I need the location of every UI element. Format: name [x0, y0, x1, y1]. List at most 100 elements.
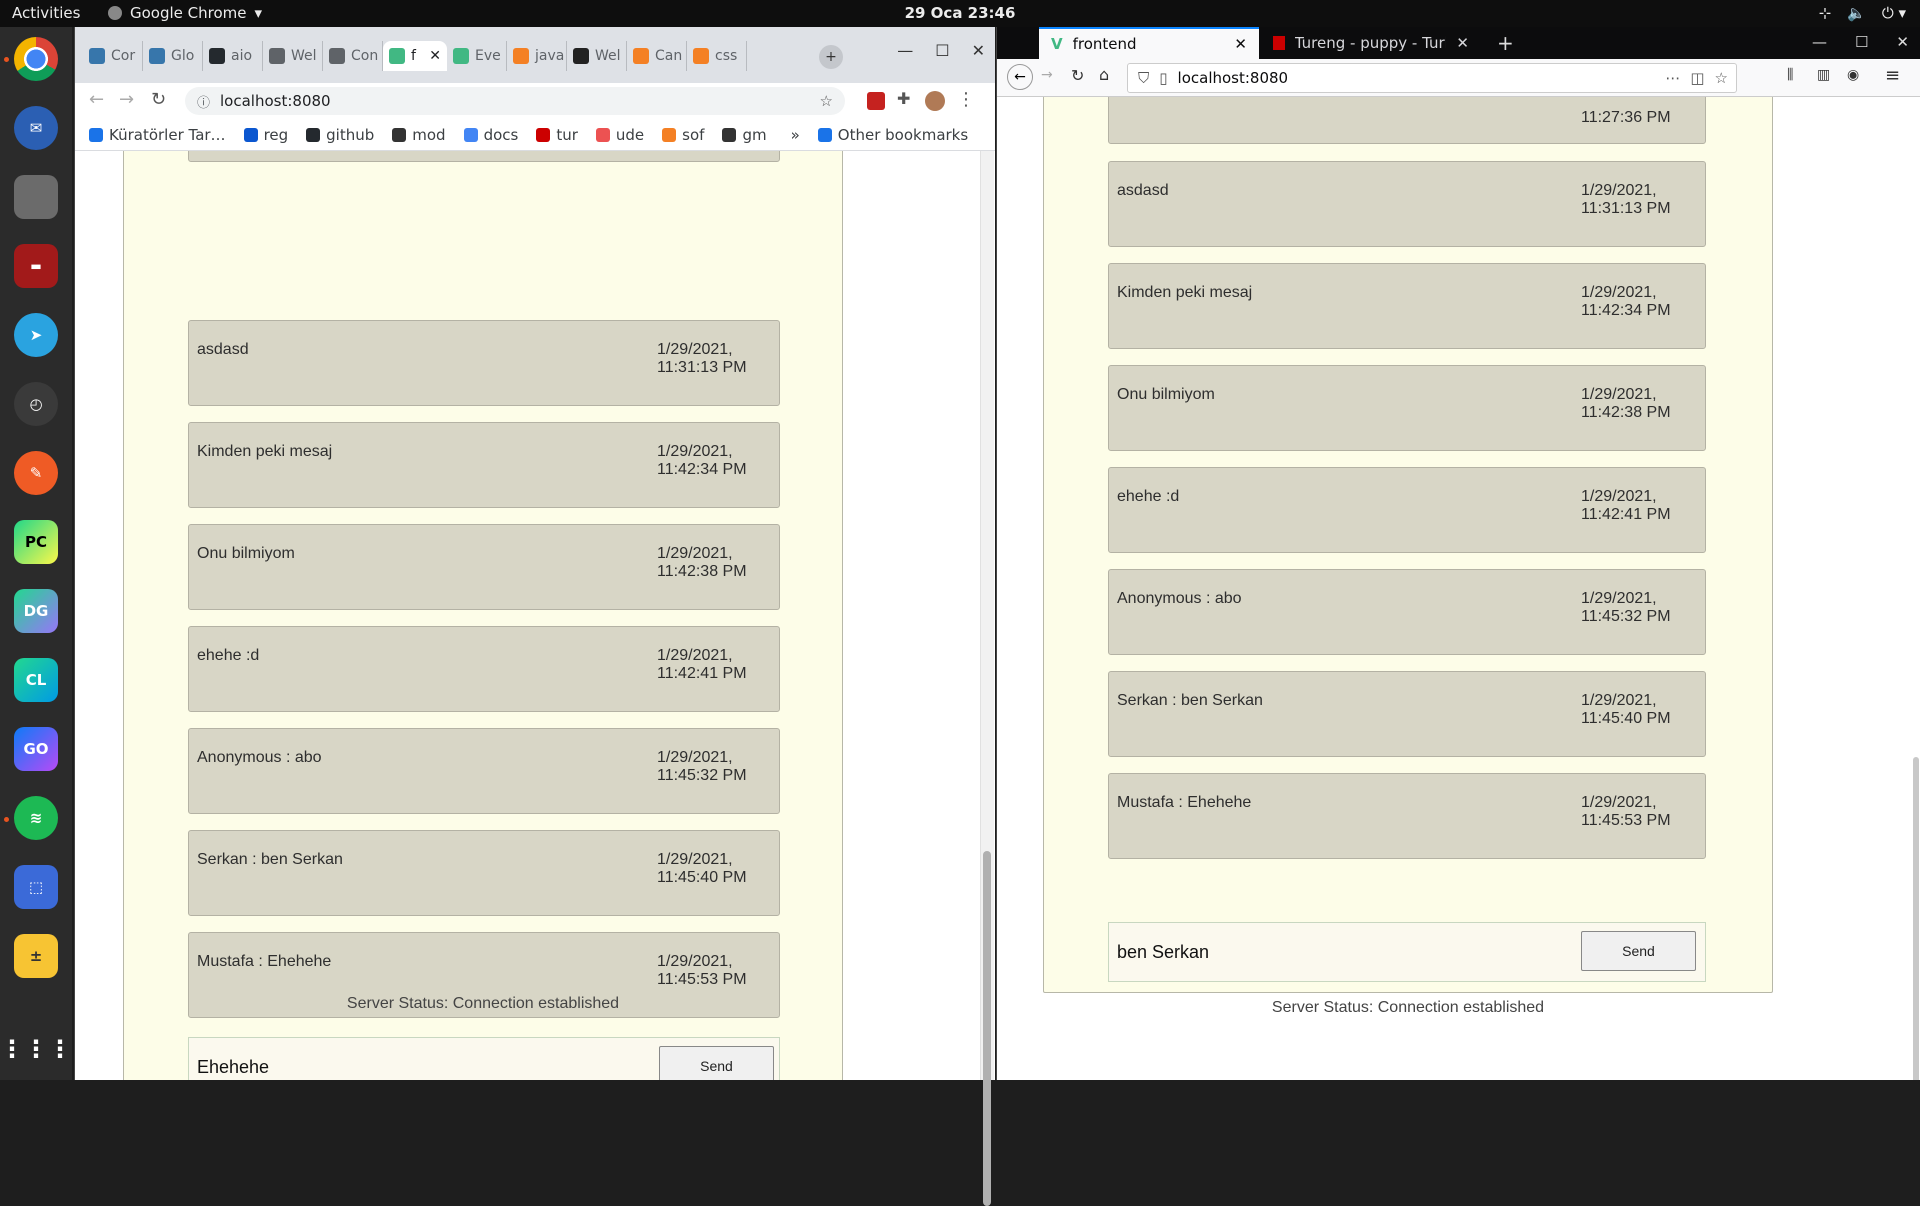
library-icon[interactable]: ⫼ [1787, 67, 1793, 83]
clock-icon[interactable]: ◴ [14, 382, 58, 426]
star-icon[interactable]: ☆ [1715, 69, 1728, 87]
activities-button[interactable]: Activities [12, 4, 80, 22]
chrome-tab[interactable]: Con [323, 41, 383, 71]
chrome-window: Cor Glo aio Wel Con f ✕ Eve java Wel Can css + — ☐ … [74, 27, 995, 1206]
clock[interactable]: 29 Oca 23:46 [0, 4, 1920, 22]
power-icon[interactable]: ⏻ ▾ [1882, 4, 1906, 22]
tureng-icon [1273, 36, 1285, 50]
shield-icon[interactable]: ⛉ [1138, 69, 1149, 87]
maximize-icon[interactable]: ☐ [1855, 33, 1868, 51]
tab-close-icon[interactable]: ✕ [429, 48, 441, 64]
chrome-tab[interactable]: Cor [83, 41, 143, 71]
app-menu[interactable]: Google Chrome ▾ [108, 4, 262, 22]
new-tab-button[interactable]: + [819, 45, 843, 69]
chrome-scroll-thumb[interactable] [983, 851, 991, 1206]
thunderbird-icon[interactable]: ✉ [14, 106, 58, 150]
minimize-icon[interactable]: — [897, 41, 913, 60]
pycharm-icon[interactable]: PC [14, 520, 58, 564]
message-input[interactable] [189, 1038, 649, 1080]
tab-close-icon[interactable]: ✕ [1234, 35, 1247, 53]
bookmark-item[interactable]: mod [392, 126, 446, 144]
send-button[interactable]: Send [659, 1046, 774, 1080]
forward-icon[interactable]: → [119, 89, 134, 110]
url-text: localhost:8080 [220, 92, 331, 110]
new-tab-button[interactable]: + [1497, 31, 1514, 55]
extensions-puzzle-icon[interactable]: ✚ [897, 89, 910, 108]
app-grid-icon[interactable]: ⋮⋮⋮ [0, 1027, 72, 1071]
chrome-tab[interactable]: f ✕ [383, 41, 447, 71]
message-card: Serkan : ben Serkan 1/29/2021, 11:45:40 PM [188, 830, 780, 916]
bookmark-item[interactable]: github [306, 126, 374, 144]
tab-favicon-icon [513, 48, 529, 64]
bookmark-item[interactable]: reg [243, 126, 288, 144]
message-card: Anonymous : abo 1/29/2021, 11:45:32 PM [1108, 569, 1706, 655]
more-bookmarks-chevron-icon[interactable]: » [791, 126, 800, 144]
firefox-scroll-thumb[interactable] [1913, 757, 1919, 1080]
tab-frontend[interactable]: V frontend ✕ [1039, 27, 1259, 59]
bookmark-item[interactable]: Küratörler Tar… [89, 126, 226, 144]
chrome-tab[interactable]: Wel [567, 41, 627, 71]
close-icon[interactable]: ✕ [972, 41, 985, 60]
goland-icon[interactable]: GO [14, 727, 58, 771]
kebab-menu-icon[interactable]: ⋮ [957, 89, 975, 110]
bookmark-item[interactable]: gm [722, 126, 767, 144]
account-icon[interactable]: ◉ [1847, 67, 1859, 83]
bookmark-item[interactable]: ude [595, 126, 644, 144]
page-actions-icon[interactable]: ⋯ [1665, 69, 1680, 87]
back-icon[interactable]: ← [89, 89, 104, 110]
bookmark-item[interactable]: sof [662, 126, 704, 144]
message-time: 11:42:38 PM [657, 563, 747, 580]
screenshot-icon[interactable]: ⬚ [14, 865, 58, 909]
other-bookmarks-folder[interactable]: Other bookmarks [817, 126, 968, 144]
chrome-icon[interactable] [14, 37, 58, 81]
system-tray[interactable]: ⊹ 🔈 ⏻ ▾ [1819, 4, 1906, 22]
back-icon[interactable]: ← [1007, 64, 1033, 90]
bookmark-item[interactable]: tur [536, 126, 578, 144]
profile-avatar[interactable] [925, 91, 945, 111]
chrome-tab[interactable]: aio [203, 41, 263, 71]
sidebar-icon[interactable]: ▥ [1817, 67, 1830, 83]
pocket-icon[interactable]: ◫ [1690, 69, 1704, 87]
message-time: 11:45:40 PM [1581, 710, 1671, 727]
calculator-icon[interactable]: ± [14, 934, 58, 978]
chrome-tab[interactable]: Eve [447, 41, 507, 71]
chrome-scrollbar[interactable] [980, 151, 994, 1206]
reload-icon[interactable]: ↻ [151, 89, 166, 110]
send-button[interactable]: Send [1581, 931, 1696, 971]
close-icon[interactable]: ✕ [1896, 33, 1909, 51]
files-icon[interactable] [14, 175, 58, 219]
datagrip-icon[interactable]: DG [14, 589, 58, 633]
clion-icon[interactable]: CL [14, 658, 58, 702]
network-icon[interactable]: ⊹ [1819, 4, 1832, 22]
address-bar[interactable]: ⓘ localhost:8080 ☆ [185, 87, 845, 115]
message-input[interactable] [1109, 923, 1579, 981]
tab-label: frontend [1072, 35, 1137, 53]
home-icon[interactable]: ⌂ [1099, 65, 1109, 84]
chrome-tab[interactable]: Wel [263, 41, 323, 71]
minimize-icon[interactable]: — [1812, 33, 1827, 51]
reload-icon[interactable]: ↻ [1071, 66, 1084, 85]
chrome-tab[interactable]: Can [627, 41, 687, 71]
info-icon[interactable]: ⓘ [197, 92, 210, 111]
bookmark-item[interactable]: docs [463, 126, 518, 144]
hamburger-menu-icon[interactable]: ≡ [1885, 65, 1900, 86]
maximize-icon[interactable]: ☐ [935, 41, 949, 60]
postman-icon[interactable]: ✎ [14, 451, 58, 495]
message-date: 1/29/2021, [1581, 590, 1657, 607]
chrome-tab[interactable]: Glo [143, 41, 203, 71]
chrome-tab[interactable]: css [687, 41, 747, 71]
chrome-tab[interactable]: java [507, 41, 567, 71]
bookmark-favicon-icon [306, 127, 321, 142]
extension-badge-icon[interactable] [867, 92, 885, 110]
message-date: 1/29/2021, [1581, 794, 1657, 811]
message-date: 1/29/2021, [1581, 386, 1657, 403]
tab-tureng[interactable]: Tureng - puppy - Turkish ✕ [1261, 27, 1481, 59]
tab-close-icon[interactable]: ✕ [1456, 34, 1469, 52]
address-bar[interactable]: ⛉ ▯ localhost:8080 ⋯ ◫ ☆ [1127, 63, 1737, 93]
forward-icon[interactable]: → [1041, 67, 1053, 83]
spotify-icon[interactable]: ≋ [14, 796, 58, 840]
star-icon[interactable]: ☆ [820, 92, 833, 110]
telegram-icon[interactable]: ➤ [14, 313, 58, 357]
volume-icon[interactable]: 🔈 [1847, 4, 1866, 22]
terminal-icon[interactable]: ▬ [14, 244, 58, 288]
